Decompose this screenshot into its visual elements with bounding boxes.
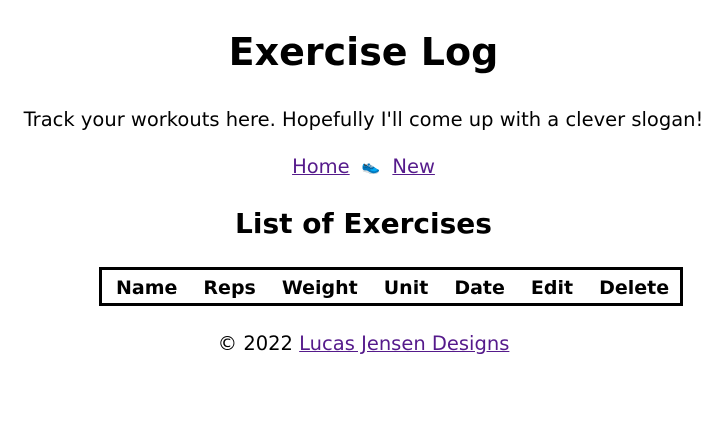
footer-designer-link[interactable]: Lucas Jensen Designs: [299, 332, 509, 355]
page-title: Exercise Log: [228, 30, 499, 74]
exercise-table: Name Reps Weight Unit Date Edit Delete: [99, 267, 684, 306]
column-header-date: Date: [454, 277, 505, 299]
column-header-unit: Unit: [383, 277, 429, 299]
exercise-table-header: Name Reps Weight Unit Date Edit Delete: [102, 270, 680, 303]
column-header-edit: Edit: [530, 277, 574, 299]
column-header-delete: Delete: [599, 277, 670, 299]
copyright-text: © 2022: [217, 332, 293, 355]
page-footer: © 2022 Lucas Jensen Designs: [0, 331, 727, 357]
table-header-row: Name Reps Weight Unit Date Edit Delete: [102, 270, 680, 303]
nav-link-new[interactable]: New: [392, 155, 435, 178]
running-shoe-icon: 👟: [361, 157, 381, 175]
nav-link-home[interactable]: Home: [292, 155, 350, 178]
exercise-table-container: Name Reps Weight Unit Date Edit Delete: [99, 267, 684, 306]
section-title: List of Exercises: [235, 207, 492, 240]
column-header-name: Name: [116, 277, 178, 299]
column-header-reps: Reps: [203, 277, 256, 299]
column-header-weight: Weight: [281, 277, 358, 299]
main-nav: Home 👟 New: [0, 153, 727, 180]
slogan-text: Track your workouts here. Hopefully I'll…: [23, 108, 704, 131]
